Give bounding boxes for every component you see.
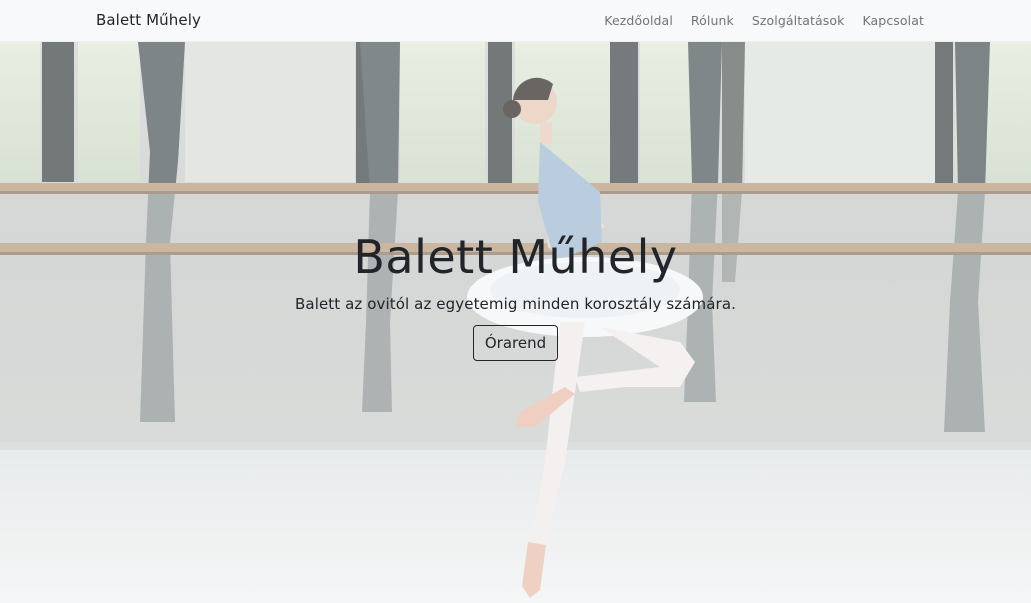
schedule-button[interactable]: Órarend [472, 324, 559, 361]
nav-links: Kezdőoldal Rólunk Szolgáltatások Kapcsol… [604, 13, 924, 28]
nav-link-contact[interactable]: Kapcsolat [862, 13, 924, 28]
nav-link-home[interactable]: Kezdőoldal [604, 13, 673, 28]
brand-link[interactable]: Balett Műhely [96, 11, 201, 29]
hero-section: Balett Műhely Balett az ovitól az egyete… [0, 42, 1031, 603]
hero-content: Balett Műhely Balett az ovitól az egyete… [0, 232, 1031, 361]
hero-subtitle: Balett az ovitól az egyetemig minden kor… [295, 294, 736, 313]
nav-link-services[interactable]: Szolgáltatások [752, 13, 845, 28]
navbar: Balett Műhely Kezdőoldal Rólunk Szolgált… [0, 0, 1031, 42]
nav-link-about[interactable]: Rólunk [691, 13, 734, 28]
hero-title: Balett Műhely [353, 230, 678, 284]
